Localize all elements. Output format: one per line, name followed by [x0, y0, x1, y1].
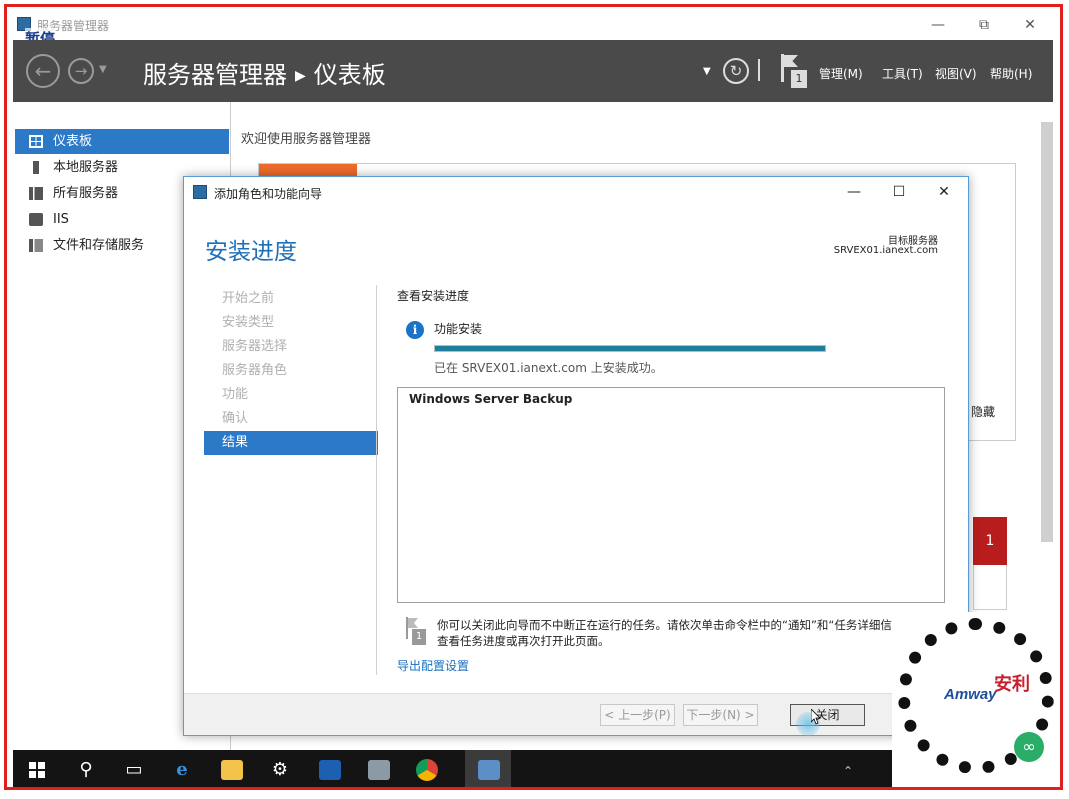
breadcrumb-app: 服务器管理器	[143, 61, 287, 89]
servers-icon	[29, 187, 43, 200]
search-icon: ⚲	[79, 759, 93, 780]
minimize-button[interactable]: —	[915, 14, 961, 36]
tray-chevron-icon[interactable]: ⌃	[843, 764, 853, 778]
server-icon	[33, 161, 39, 174]
wizard-steps: 开始之前 安装类型 服务器选择 服务器角色 功能 确认 结果	[204, 287, 378, 455]
wizard-app-icon	[193, 185, 207, 199]
menu-view[interactable]: 视图(V)	[935, 65, 977, 82]
note-line: 查看任务进度或再次打开此页面。	[437, 634, 610, 648]
breadcrumb-page: 仪表板	[313, 61, 386, 89]
next-button[interactable]: 下一步(N) >	[683, 704, 758, 726]
status-tile-body	[973, 565, 1007, 610]
wizard-step[interactable]: 确认	[204, 407, 378, 431]
sidebar-item-label: 所有服务器	[53, 186, 119, 201]
amway-chinese-logo: 安利	[994, 674, 1030, 695]
window-titlebar: 服务器管理器 暂停 — ⧉ ✕	[13, 10, 1053, 49]
welcome-heading: 欢迎使用服务器管理器	[241, 132, 372, 147]
info-icon: i	[406, 321, 424, 339]
target-server-name: SRVEX01.ianext.com	[833, 245, 938, 256]
wizard-minimize-button[interactable]: —	[832, 181, 876, 203]
server-manager-taskbar-icon	[478, 760, 500, 780]
exchange-button[interactable]	[306, 750, 352, 787]
menu-tools[interactable]: 工具(T)	[882, 65, 923, 82]
breadcrumb-separator-icon: ▶	[295, 68, 306, 84]
wizard-step[interactable]: 安装类型	[204, 311, 378, 335]
settings-icon: ⚙	[271, 759, 289, 780]
add-roles-wizard-dialog: 添加角色和功能向导 — ☐ ✕ 安装进度 目标服务器 SRVEX01.ianex…	[183, 176, 969, 736]
chrome-icon	[416, 759, 438, 781]
wizard-close-button[interactable]: ✕	[922, 181, 966, 203]
chrome-button[interactable]	[404, 750, 450, 787]
note-badge: 1	[412, 629, 426, 645]
server-manager-taskbar-button[interactable]	[465, 750, 511, 787]
wizard-step[interactable]: 服务器角色	[204, 359, 378, 383]
export-settings-link[interactable]: 导出配置设置	[397, 657, 469, 674]
task-view-button[interactable]: ▭	[111, 750, 157, 787]
mouse-cursor-icon	[811, 709, 821, 725]
sidebar-item-label: 仪表板	[53, 134, 93, 149]
restore-button[interactable]: ⧉	[961, 14, 1007, 36]
storage-icon	[29, 239, 43, 252]
wechat-link-icon: ∞	[1014, 732, 1044, 762]
refresh-icon[interactable]: ↻	[723, 58, 749, 84]
forward-button[interactable]: →	[68, 58, 94, 84]
menu-manage[interactable]: 管理(M)	[819, 65, 863, 82]
sidebar-item-label: 文件和存储服务	[53, 238, 145, 253]
view-progress-label: 查看安装进度	[397, 289, 470, 303]
sidebar-item-label: IIS	[53, 212, 69, 227]
wizard-step[interactable]: 功能	[204, 383, 378, 407]
history-dropdown-icon[interactable]: ▼	[99, 64, 107, 75]
amway-logo: Amway	[944, 686, 997, 703]
settings-button[interactable]: ⚙	[257, 750, 303, 787]
wizard-step[interactable]: 服务器选择	[204, 335, 378, 359]
wizard-heading: 安装进度	[205, 239, 297, 265]
wizard-titlebar: 添加角色和功能向导 — ☐ ✕	[184, 177, 968, 207]
search-button[interactable]: ⚲	[63, 750, 109, 787]
iis-icon	[29, 213, 43, 226]
result-item: Windows Server Backup	[409, 392, 573, 406]
exchange-icon	[319, 760, 341, 780]
vertical-scrollbar[interactable]	[1041, 122, 1053, 542]
wizard-title: 添加角色和功能向导	[214, 187, 323, 201]
ie-icon: e	[176, 759, 188, 780]
sidebar-item-dashboard[interactable]: 仪表板	[15, 129, 229, 154]
status-tile-count[interactable]: 1	[973, 517, 1007, 565]
notification-flag-icon: 1	[404, 617, 426, 645]
file-explorer-icon	[221, 760, 243, 780]
notifications-flag-icon[interactable]: 1	[779, 54, 811, 88]
start-button[interactable]	[13, 750, 59, 787]
back-button[interactable]: ←	[26, 54, 60, 88]
menu-help[interactable]: 帮助(H)	[990, 65, 1032, 82]
close-window-button[interactable]: ✕	[1007, 14, 1053, 36]
feature-install-label: 功能安装	[434, 322, 483, 336]
wizard-footer: < 上一步(P) 下一步(N) > 关闭	[184, 693, 968, 735]
qr-code-overlay: Amway 安利 ∞	[892, 612, 1060, 787]
results-list: Windows Server Backup	[397, 387, 945, 603]
header-divider	[758, 59, 760, 81]
note-line: 你可以关闭此向导而不中断正在运行的任务。请依次单击命令栏中的“通知”和“任务详细…	[437, 618, 933, 632]
previous-button[interactable]: < 上一步(P)	[600, 704, 675, 726]
wizard-divider	[376, 285, 377, 675]
install-success-message: 已在 SRVEX01.ianext.com 上安装成功。	[434, 361, 663, 375]
install-progress-fill	[435, 346, 825, 351]
start-icon	[29, 762, 45, 778]
recording-frame: 服务器管理器 暂停 — ⧉ ✕ ← → ▼ 服务器管理器 ▶ 仪表板 ▼ ↻ 1 管…	[4, 4, 1063, 790]
task-view-icon: ▭	[125, 759, 143, 780]
file-explorer-button[interactable]	[208, 750, 254, 787]
header-bar: ← → ▼ 服务器管理器 ▶ 仪表板 ▼ ↻ 1 管理(M) 工具(T) 视图(V)…	[13, 40, 1053, 102]
header-dropdown-icon[interactable]: ▼	[703, 66, 711, 77]
sidebar-item-label: 本地服务器	[53, 160, 119, 175]
tool-icon	[368, 760, 390, 780]
install-progress-bar	[434, 345, 826, 352]
wizard-step[interactable]: 开始之前	[204, 287, 378, 311]
tool-button[interactable]	[355, 750, 401, 787]
ie-button[interactable]: e	[159, 750, 205, 787]
wizard-step-current[interactable]: 结果	[204, 431, 378, 455]
notification-badge: 1	[791, 70, 807, 88]
close-wizard-note: 你可以关闭此向导而不中断正在运行的任务。请依次单击命令栏中的“通知”和“任务详细…	[437, 617, 957, 649]
wizard-maximize-button[interactable]: ☐	[877, 181, 921, 203]
breadcrumb: 服务器管理器 ▶ 仪表板	[143, 55, 386, 90]
hide-link[interactable]: 隐藏	[971, 403, 995, 420]
dashboard-icon	[29, 135, 43, 148]
